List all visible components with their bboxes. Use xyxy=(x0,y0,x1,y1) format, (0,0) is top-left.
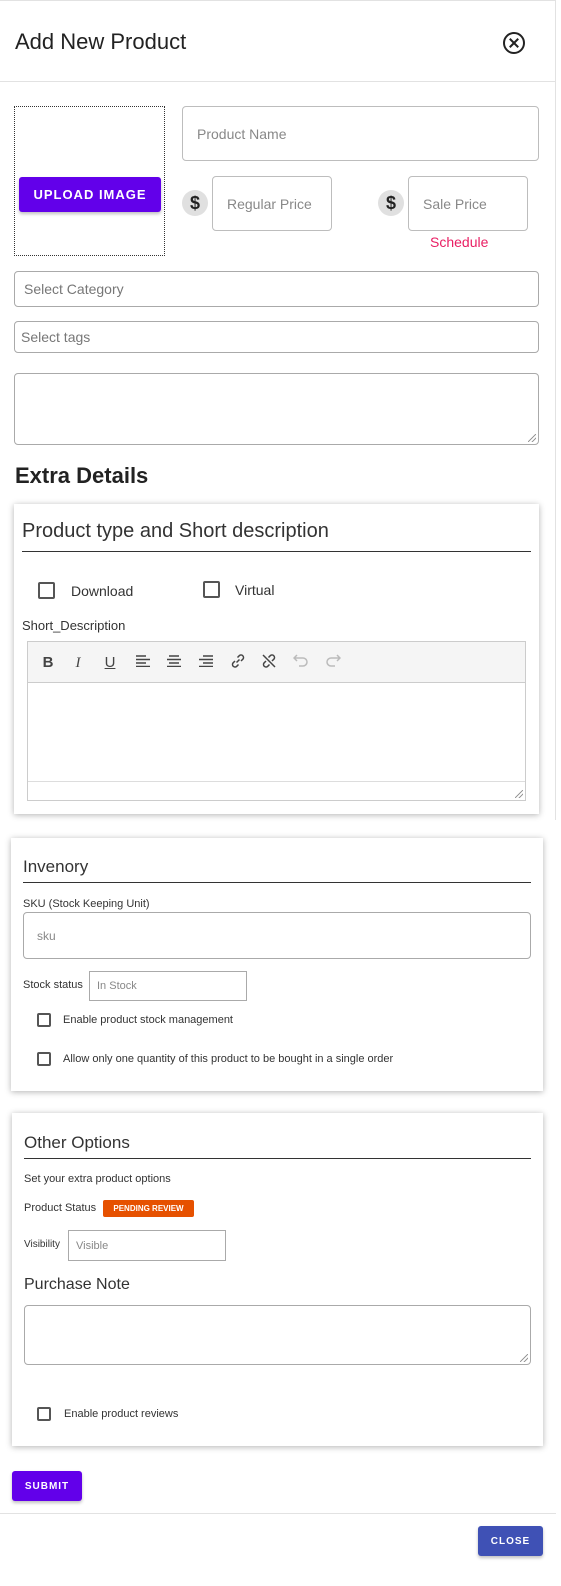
image-upload-area[interactable]: UPLOAD IMAGE xyxy=(14,106,165,256)
visibility-value: Visible xyxy=(76,1239,109,1252)
close-circle-icon[interactable] xyxy=(503,32,525,54)
editor-toolbar: B I U xyxy=(28,642,525,683)
short-description-label: Short_Description xyxy=(22,618,126,633)
underline-icon[interactable]: U xyxy=(100,653,120,673)
upload-image-button[interactable]: UPLOAD IMAGE xyxy=(19,177,161,212)
download-checkbox[interactable] xyxy=(38,582,55,599)
dialog-header: Add New Product xyxy=(0,0,556,82)
bold-icon[interactable]: B xyxy=(38,653,58,673)
visibility-select[interactable]: Visible xyxy=(68,1230,226,1261)
virtual-checkbox[interactable] xyxy=(203,581,220,598)
description-textarea[interactable] xyxy=(14,373,539,445)
short-description-editor[interactable]: B I U xyxy=(27,641,526,801)
product-type-title: Product type and Short description xyxy=(22,520,329,542)
product-name-input[interactable]: Product Name xyxy=(182,106,539,161)
sku-input[interactable]: sku xyxy=(23,912,531,959)
regular-price-input[interactable]: Regular Price xyxy=(212,176,332,231)
editor-statusbar xyxy=(28,781,525,800)
resize-handle-icon[interactable] xyxy=(528,434,536,442)
sale-price-input[interactable]: Sale Price xyxy=(408,176,528,231)
stock-status-label: Stock status xyxy=(23,979,83,991)
card-divider xyxy=(22,551,531,552)
link-icon[interactable] xyxy=(228,653,248,673)
dollar-icon: $ xyxy=(182,190,208,216)
tags-select[interactable]: Select tags xyxy=(14,321,539,353)
stock-status-select[interactable]: In Stock xyxy=(89,971,247,1001)
other-options-subtitle: Set your extra product options xyxy=(24,1173,171,1185)
product-name-placeholder: Product Name xyxy=(197,125,287,142)
purchase-note-textarea[interactable] xyxy=(24,1305,531,1365)
extra-details-heading: Extra Details xyxy=(15,463,149,488)
unlink-icon[interactable] xyxy=(259,653,279,673)
card-divider xyxy=(23,882,531,883)
undo-icon[interactable] xyxy=(291,653,311,673)
resize-handle-icon[interactable] xyxy=(520,1354,528,1362)
single-order-checkbox[interactable] xyxy=(37,1052,51,1066)
stock-management-checkbox[interactable] xyxy=(37,1013,51,1027)
align-right-icon[interactable] xyxy=(196,653,216,673)
category-placeholder: Select Category xyxy=(24,281,124,297)
purchase-note-label: Purchase Note xyxy=(24,1276,130,1293)
download-label: Download xyxy=(71,583,134,599)
enable-reviews-checkbox[interactable] xyxy=(37,1407,51,1421)
stock-status-value: In Stock xyxy=(97,980,137,992)
status-badge: PENDING REVIEW xyxy=(103,1200,194,1217)
dollar-icon: $ xyxy=(378,190,404,216)
dialog-title: Add New Product xyxy=(15,29,187,54)
single-order-label: Allow only one quantity of this product … xyxy=(63,1053,394,1065)
editor-resize-icon[interactable] xyxy=(515,790,523,798)
category-select[interactable]: Select Category xyxy=(14,271,539,307)
visibility-label: Visibility xyxy=(24,1239,60,1250)
inventory-title: Invenory xyxy=(23,857,89,876)
footer-divider xyxy=(0,1513,556,1514)
sku-placeholder: sku xyxy=(37,928,56,943)
enable-reviews-label: Enable product reviews xyxy=(64,1408,179,1420)
dialog-right-edge xyxy=(555,0,556,820)
stock-management-label: Enable product stock management xyxy=(63,1014,233,1026)
submit-button[interactable]: SUBMIT xyxy=(12,1471,82,1501)
schedule-link[interactable]: Schedule xyxy=(430,234,488,250)
align-center-icon[interactable] xyxy=(164,653,184,673)
other-options-title: Other Options xyxy=(24,1133,130,1152)
italic-icon[interactable]: I xyxy=(68,653,88,673)
virtual-label: Virtual xyxy=(235,582,275,598)
sale-price-placeholder: Sale Price xyxy=(423,195,487,212)
align-left-icon[interactable] xyxy=(133,653,153,673)
tags-placeholder: Select tags xyxy=(21,329,91,345)
card-divider xyxy=(24,1158,531,1159)
redo-icon[interactable] xyxy=(323,653,343,673)
product-status-label: Product Status xyxy=(24,1202,97,1214)
close-button[interactable]: CLOSE xyxy=(478,1526,543,1556)
regular-price-placeholder: Regular Price xyxy=(227,195,312,212)
sku-label: SKU (Stock Keeping Unit) xyxy=(23,898,150,910)
